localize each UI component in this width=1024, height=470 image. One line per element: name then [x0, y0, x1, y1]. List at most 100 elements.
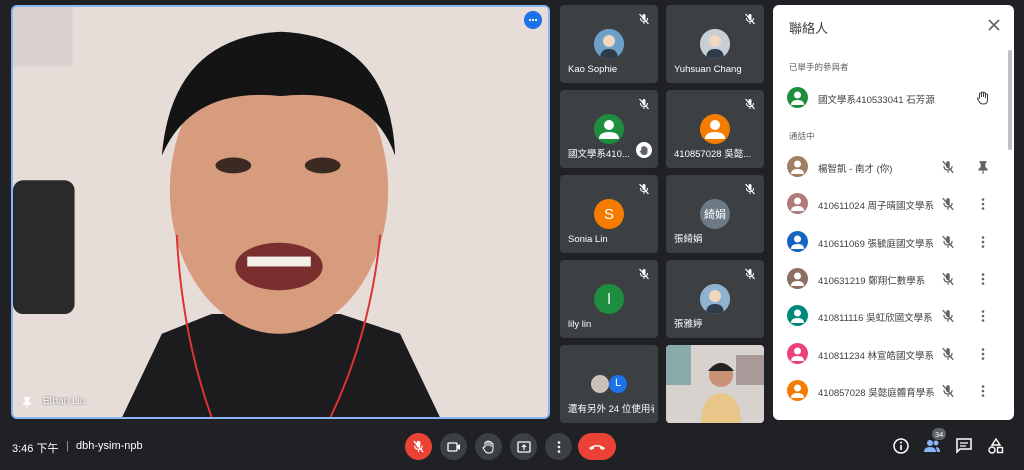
phone-hangup-icon: [589, 444, 605, 450]
meeting-info-icon[interactable]: [892, 437, 910, 455]
more-vert-icon[interactable]: [976, 347, 990, 361]
speaker-portrait: [13, 7, 548, 417]
participant-row[interactable]: 410811234 林宣皓國文學系: [773, 340, 1014, 368]
mic-off-icon[interactable]: [941, 160, 955, 174]
mic-off-icon[interactable]: [941, 235, 955, 249]
mic-off-icon: [638, 12, 650, 25]
camera-toggle-button[interactable]: [440, 433, 467, 460]
more-vert-icon[interactable]: [976, 309, 990, 323]
more-vert-icon[interactable]: [976, 384, 990, 398]
mic-off-icon[interactable]: [941, 347, 955, 361]
participant-row[interactable]: 410631219 鄭翔仁數學系: [773, 265, 1014, 293]
participant-label: 410611069 張毓庭國文學系: [818, 238, 934, 250]
participant-avatar: l: [594, 284, 624, 314]
participant-tile[interactable]: Yuhsuan Chang: [666, 5, 764, 83]
participant-tile[interactable]: l lily lin: [560, 260, 658, 338]
participant-name: 國文學系410...: [568, 149, 630, 160]
participant-tile[interactable]: [666, 345, 764, 423]
hand-icon: [482, 439, 494, 454]
participant-tile[interactable]: Kao Sophie: [560, 5, 658, 83]
more-vert-icon: [528, 18, 538, 22]
mic-off-icon[interactable]: [941, 309, 955, 323]
participant-row[interactable]: 楊智凱 - 南才 (你): [773, 153, 1014, 181]
participant-avatar: S: [594, 199, 624, 229]
video-camera-icon: [446, 441, 460, 452]
participant-avatar: [594, 29, 624, 59]
participant-avatar: [700, 114, 730, 144]
participant-name: Sonia Lin: [568, 234, 608, 245]
participant-label: 410611024 周子晴國文學系: [818, 201, 934, 213]
participant-avatar: [700, 29, 730, 59]
participant-name: 還有另外 24 位使用者: [568, 404, 654, 415]
avatar: [787, 342, 808, 364]
avatar: [787, 379, 808, 401]
mic-off-icon: [744, 267, 756, 280]
participant-name: Kao Sophie: [568, 64, 618, 75]
pin-icon: [23, 397, 31, 408]
more-vert-icon[interactable]: [976, 272, 990, 286]
participant-name: 張雅婷: [674, 319, 703, 330]
mic-off-icon: [744, 12, 756, 25]
mic-off-icon[interactable]: [941, 384, 955, 398]
close-icon[interactable]: [986, 17, 1002, 33]
main-speaker-name: Ethan Liu: [43, 396, 86, 407]
participant-row[interactable]: 國文學系410533041 石芳源: [773, 84, 1014, 112]
participant-row[interactable]: 410811116 吳虹欣國文學系: [773, 302, 1014, 330]
participant-tile[interactable]: 綺娟 張綺娟: [666, 175, 764, 253]
pin-icon[interactable]: [976, 160, 990, 174]
participant-label: 410631219 鄭翔仁數學系: [818, 275, 926, 287]
participant-count-badge: 34: [932, 428, 947, 440]
activities-icon[interactable]: [987, 437, 1005, 455]
mic-off-icon: [744, 97, 756, 110]
mic-off-icon[interactable]: [941, 272, 955, 286]
participant-label: 410811234 林宣皓國文學系: [818, 350, 934, 362]
more-vert-icon[interactable]: [976, 235, 990, 249]
participant-avatar: L: [588, 369, 630, 399]
mic-toggle-button[interactable]: [405, 433, 432, 460]
chat-icon[interactable]: [955, 437, 973, 455]
participant-tile[interactable]: L 還有另外 24 位使用者: [560, 345, 658, 423]
mic-off-icon: [638, 182, 650, 195]
panel-scrollbar[interactable]: [1008, 50, 1012, 150]
panel-title: 聯絡人: [789, 21, 829, 36]
present-screen-icon: [516, 440, 531, 453]
participant-video: [666, 345, 764, 423]
mic-off-icon: [413, 440, 424, 453]
mic-off-icon: [744, 182, 756, 195]
participant-label: 410811116 吳虹欣國文學系: [818, 313, 933, 325]
bottom-toolbar: 3:46 下午 | dbh-ysim-npb 34: [0, 428, 1024, 470]
mic-off-icon: [638, 97, 650, 110]
participant-row[interactable]: 410857028 吳懿庭體育學系: [773, 377, 1014, 405]
participant-label: 楊智凱 - 南才 (你): [818, 164, 893, 175]
raised-hands-label: 已舉手的參與者: [789, 62, 849, 72]
clock: 3:46 下午: [12, 443, 59, 455]
more-options-button[interactable]: [545, 433, 572, 460]
participant-avatar: [594, 114, 624, 144]
avatar: [787, 267, 808, 289]
more-vert-icon: [557, 440, 560, 453]
meeting-code: dbh-ysim-npb: [76, 440, 143, 452]
participant-tile[interactable]: 410857028 吳懿...: [666, 90, 764, 168]
present-screen-button[interactable]: [510, 433, 537, 460]
mic-off-icon[interactable]: [941, 197, 955, 211]
avatar: [787, 87, 808, 108]
raise-hand-button[interactable]: [475, 433, 502, 460]
participant-label: 410857028 吳懿庭體育學系: [818, 387, 935, 399]
tile-options-button[interactable]: [524, 11, 542, 29]
participant-tile[interactable]: 國文學系410...: [560, 90, 658, 168]
mic-off-icon: [638, 267, 650, 280]
main-speaker-video[interactable]: Ethan Liu: [11, 5, 550, 419]
avatar: [787, 156, 808, 177]
lower-hand-icon[interactable]: [976, 91, 990, 105]
participant-tile[interactable]: S Sonia Lin: [560, 175, 658, 253]
participant-row[interactable]: 410611024 周子晴國文學系: [773, 190, 1014, 218]
avatar: [787, 305, 808, 327]
participant-tile[interactable]: 張雅婷: [666, 260, 764, 338]
leave-call-button[interactable]: [578, 433, 616, 460]
participant-name: Yuhsuan Chang: [674, 64, 742, 75]
more-vert-icon[interactable]: [976, 197, 990, 211]
participant-name: 張綺娟: [674, 234, 703, 245]
participant-name: lily lin: [568, 319, 592, 330]
participant-label: 國文學系410533041 石芳源: [818, 95, 935, 106]
participant-row[interactable]: 410611069 張毓庭國文學系: [773, 228, 1014, 256]
